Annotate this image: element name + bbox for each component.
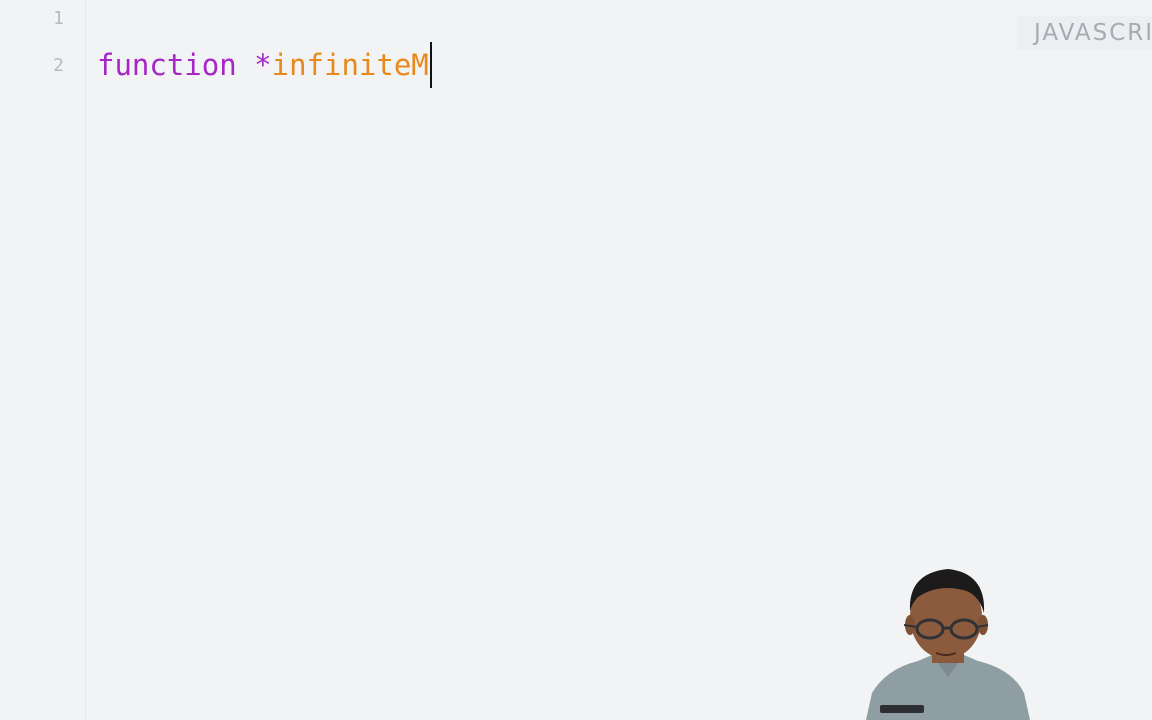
keyword-token: function <box>97 48 237 82</box>
language-badge: JAVASCRIPT <box>1017 16 1152 50</box>
code-line[interactable]: function *infiniteM <box>97 42 432 88</box>
line-number-gutter: 1 2 <box>0 0 86 720</box>
text-cursor <box>429 42 432 88</box>
line-number: 1 <box>53 8 64 29</box>
code-editor[interactable]: 1 2 function *infiniteM JAVASCRIPT <box>0 0 1152 720</box>
presenter-webcam-overlay <box>866 565 1030 720</box>
line-number: 2 <box>53 55 64 76</box>
presenter-icon <box>866 569 1030 720</box>
function-name-token: infiniteM <box>271 48 429 82</box>
generator-star-token: * <box>254 48 272 82</box>
